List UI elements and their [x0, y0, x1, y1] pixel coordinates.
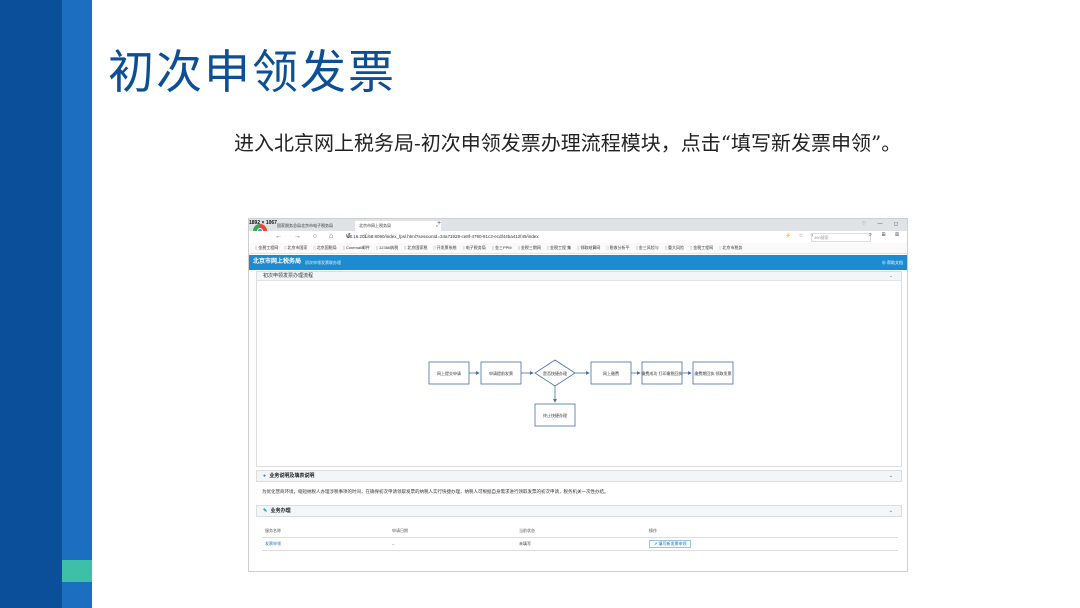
bookmark-item[interactable]: 金税三期网 — [518, 243, 541, 253]
browser-toolbar: ← → ○ ⌂ ↺ ☆ 68.16.201.68:8090/index_fpsl… — [249, 231, 907, 243]
bookmark-item[interactable]: 金三PPM — [492, 243, 512, 253]
flowchart: 网上提交申请 申请提前发票 是否快捷办理 网上缴费 缴费成功 打印缴税回执 缴费… — [428, 359, 734, 427]
flow-panel: 网上提交申请 申请提前发票 是否快捷办理 网上缴费 缴费成功 打印缴税回执 缴费… — [256, 271, 902, 467]
bookmark-item[interactable]: 金税工程网 — [690, 243, 713, 253]
flow-step-label: 申请提前发票 — [489, 370, 513, 376]
section-header-description: ● 业务说明及填表说明 ⌄ — [256, 470, 902, 482]
app-subtitle: 初次申领发票联办理 — [305, 260, 341, 265]
bookmark-item[interactable]: 电子税务局 — [463, 243, 486, 253]
extension-icons[interactable]: ⌕ ⊞ ⊠ — [869, 232, 903, 239]
bookmark-item[interactable]: 北京市税务 — [719, 243, 742, 253]
table-row: 发票申领 -- 未填写 ⇗ 填写新发票申领 — [262, 538, 898, 551]
side-bar-accent — [62, 560, 92, 582]
side-bar-dark — [0, 0, 62, 608]
flow-step-label: 网上缴费 — [603, 370, 619, 376]
table-cell: 未填写 — [519, 541, 531, 546]
browser-tab-active[interactable]: 北京市网上税务局 × — [355, 221, 441, 231]
bookmark-item[interactable]: 北京国税局 — [313, 243, 337, 253]
table-header-cell: 服务名称 — [265, 528, 281, 533]
flow-step-label: 是否快捷办理 — [543, 370, 567, 376]
tab-label: 北京市网上税务局 — [359, 223, 391, 228]
flow-step-label: 网上提交申请 — [437, 370, 461, 376]
chevron-down-icon[interactable]: ⌄ — [889, 471, 893, 482]
fill-new-invoice-button[interactable]: ⇗ 填写新发票申领 — [649, 540, 692, 548]
table-cell: -- — [392, 541, 395, 546]
section-title: 业务说明及填表说明 — [269, 473, 315, 479]
help-link[interactable]: ⊕ 帮助文档 — [882, 257, 903, 268]
app-title: 北京市网上税务局 — [253, 259, 302, 265]
bookmark-item[interactable]: Coremail邮件 — [343, 243, 370, 253]
flow-panel-header: 初次申领发票办理流程 ⌄ — [257, 272, 901, 281]
table-header-row: 服务名称 申请日期 当前状态 操作 — [262, 525, 898, 538]
bookmark-item[interactable]: 开发票系统 — [433, 243, 457, 253]
tab-label: 国家税务总局北京市电子税务局 — [277, 223, 333, 228]
search-input[interactable]: 360搜索 — [811, 233, 871, 242]
bookmarks-bar: 金税工程网北京市国家北京国税局Coremail邮件12366纳税北京国家税开发票… — [249, 243, 907, 254]
section-title: 业务办理 — [270, 508, 291, 514]
info-icon: ● — [263, 473, 267, 479]
flow-step-label: 缴费成功 打印缴税回执 — [641, 370, 682, 376]
flow-step-label: 缴费期回执 领取发票 — [694, 370, 731, 376]
slide-body-text: 进入北京网上税务局-初次申领发票办理流程模块，点击“填写新发票申领”。 — [234, 131, 902, 155]
table-header-cell: 当前状态 — [519, 528, 535, 533]
chevron-down-icon[interactable]: ⌄ — [889, 506, 893, 517]
tab-bar: 国家税务总局北京市电子税务局 × 北京市网上税务局 × + ♡ — ◻ — [249, 219, 907, 231]
section-header-business: ✎ 业务办理 ⌄ — [256, 505, 902, 517]
bookmark-item[interactable]: 金三风险与 — [636, 243, 659, 253]
bookmark-item[interactable]: 领取结算网 — [577, 243, 600, 253]
bookmark-item[interactable]: 金税工程网 — [255, 243, 278, 253]
new-tab-button[interactable]: + — [437, 220, 441, 227]
browser-tab[interactable]: 国家税务总局北京市电子税务局 × — [273, 221, 361, 231]
bookmark-item[interactable]: 北京国家税 — [404, 243, 427, 253]
bookmark-item[interactable]: 12366纳税 — [376, 243, 398, 253]
bookmark-item[interactable]: 金税工程 集 — [547, 243, 571, 253]
business-table: 服务名称 申请日期 当前状态 操作 发票申领 -- 未填写 ⇗ 填写新发票申领 — [262, 525, 898, 551]
address-bar[interactable]: 68.16.201.68:8090/index_fpsl.html?sessio… — [347, 233, 747, 241]
bookmark-item[interactable]: 北京市国家 — [284, 243, 307, 253]
table-header-cell: 操作 — [649, 528, 657, 533]
flow-panel-title: 初次申领发票办理流程 — [263, 273, 314, 279]
section-description: 为优化营商环境，缩短纳税人办理涉税事项的时间，在确保初次申请领取发票的纳税人实行… — [262, 489, 609, 494]
edit-icon: ✎ — [263, 508, 268, 514]
bookmark-item[interactable]: 重大风险 — [665, 243, 684, 253]
slide-title: 初次申领发票 — [108, 45, 396, 99]
service-name-link[interactable]: 发票申领 — [265, 541, 281, 547]
table-header-cell: 申请日期 — [392, 528, 408, 533]
chevron-down-icon[interactable]: ⌄ — [889, 272, 893, 280]
window-controls[interactable]: ♡ — ◻ — [862, 221, 903, 227]
bookmark-item[interactable]: 税收分析平 — [606, 243, 630, 253]
browser-screenshot: 国家税务总局北京市电子税务局 × 北京市网上税务局 × + ♡ — ◻ 1892… — [248, 218, 908, 572]
side-bar-mid — [62, 0, 92, 608]
app-header: 北京市网上税务局 初次申领发票联办理 ⊕ 帮助文档 — [249, 255, 907, 270]
flow-step-label: 终止快捷办理 — [543, 412, 567, 418]
